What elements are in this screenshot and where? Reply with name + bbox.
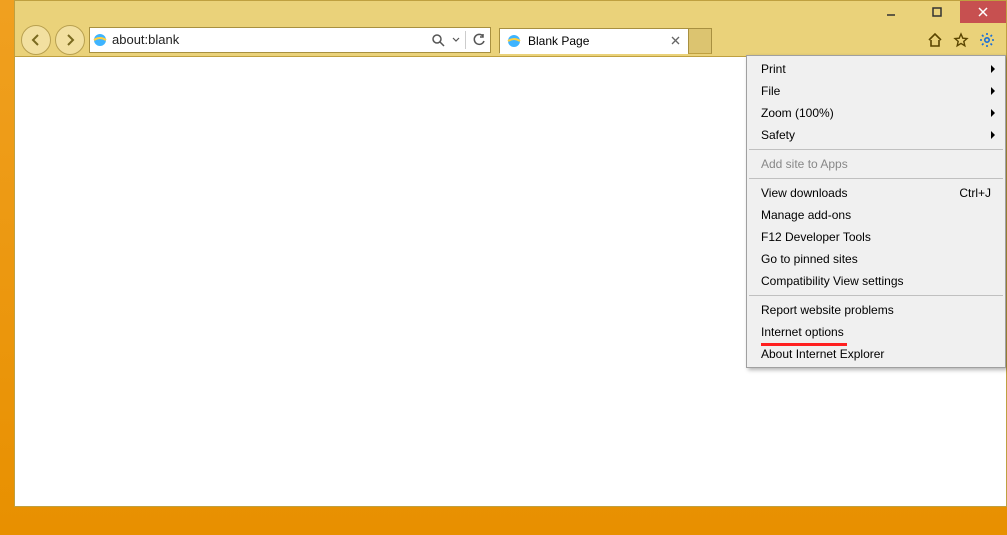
menu-separator — [749, 295, 1003, 296]
window-titlebar — [15, 1, 1006, 23]
menu-separator — [749, 178, 1003, 179]
arrow-right-icon — [63, 33, 77, 47]
close-icon — [671, 36, 680, 45]
favorites-button[interactable] — [952, 31, 970, 49]
ie-page-icon — [506, 33, 522, 49]
maximize-icon — [932, 7, 942, 17]
tab-close-button[interactable] — [668, 34, 682, 48]
menu-print[interactable]: Print — [747, 58, 1005, 80]
chevron-down-icon — [452, 36, 460, 44]
search-dropdown[interactable] — [451, 31, 461, 49]
minimize-icon — [886, 7, 896, 17]
search-button[interactable] — [429, 31, 447, 49]
menu-shortcut: Ctrl+J — [959, 186, 991, 200]
menu-compatibility-view-settings[interactable]: Compatibility View settings — [747, 270, 1005, 292]
tab-title: Blank Page — [528, 34, 589, 48]
back-button[interactable] — [21, 25, 51, 55]
menu-zoom[interactable]: Zoom (100%) — [747, 102, 1005, 124]
address-text[interactable]: about:blank — [112, 32, 425, 47]
address-bar[interactable]: about:blank — [89, 27, 491, 53]
window-close-button[interactable] — [960, 1, 1006, 23]
menu-internet-options[interactable]: Internet options — [747, 321, 1005, 343]
star-icon — [953, 32, 969, 48]
browser-window: about:blank Blank Page — [14, 0, 1007, 507]
home-icon — [927, 32, 943, 48]
menu-safety[interactable]: Safety — [747, 124, 1005, 146]
menu-report-website-problems[interactable]: Report website problems — [747, 299, 1005, 321]
menu-separator — [749, 149, 1003, 150]
menu-view-downloads[interactable]: View downloads Ctrl+J — [747, 182, 1005, 204]
menu-manage-addons[interactable]: Manage add-ons — [747, 204, 1005, 226]
window-maximize-button[interactable] — [914, 1, 960, 23]
tab-blank-page[interactable]: Blank Page — [499, 28, 689, 54]
search-icon — [431, 33, 445, 47]
ie-page-icon — [92, 32, 108, 48]
toolbar-right-icons — [926, 31, 1000, 49]
navigation-toolbar: about:blank Blank Page — [15, 23, 1006, 57]
gear-icon — [979, 32, 995, 48]
tools-menu: Print File Zoom (100%) Safety Add site t… — [746, 55, 1006, 368]
refresh-button[interactable] — [470, 31, 488, 49]
home-button[interactable] — [926, 31, 944, 49]
menu-f12-developer-tools[interactable]: F12 Developer Tools — [747, 226, 1005, 248]
arrow-left-icon — [29, 33, 43, 47]
new-tab-button[interactable] — [688, 28, 712, 54]
menu-file[interactable]: File — [747, 80, 1005, 102]
separator — [465, 31, 466, 49]
window-minimize-button[interactable] — [868, 1, 914, 23]
tab-strip: Blank Page — [499, 26, 712, 54]
refresh-icon — [472, 33, 486, 47]
menu-add-site-to-apps: Add site to Apps — [747, 153, 1005, 175]
close-icon — [978, 7, 988, 17]
menu-about-internet-explorer[interactable]: About Internet Explorer — [747, 343, 1005, 365]
menu-go-to-pinned-sites[interactable]: Go to pinned sites — [747, 248, 1005, 270]
forward-button[interactable] — [55, 25, 85, 55]
tools-button[interactable] — [978, 31, 996, 49]
